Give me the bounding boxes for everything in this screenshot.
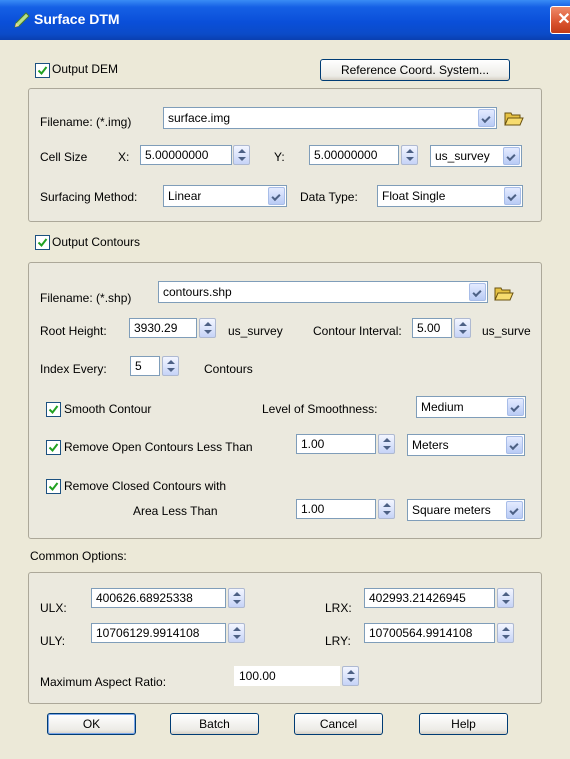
level-of-smoothness-label: Level of Smoothness: [262,402,378,416]
checkmark-icon [37,66,48,76]
lry-spinner[interactable] [497,623,514,643]
smooth-contour-label: Smooth Contour [64,402,152,416]
dropdown-arrow-icon[interactable] [268,187,285,205]
index-every-input[interactable]: 5 [130,356,160,376]
contours-filename-value: contours.shp [163,285,232,299]
dem-filename-combo[interactable]: surface.img [163,107,497,129]
cell-size-y-input[interactable]: 5.00000000 [309,145,399,165]
cell-size-unit-value: us_survey [435,149,490,163]
close-button[interactable]: ✕ [550,6,570,34]
surfacing-method-combo[interactable]: Linear [163,185,287,207]
remove-open-unit-combo[interactable]: Meters [407,434,525,456]
open-folder-icon[interactable] [494,284,514,302]
ulx-input[interactable]: 400626.68925338 [91,588,226,608]
remove-closed-unit-value: Square meters [412,503,491,517]
dem-filename-label: Filename: (*.img) [40,115,132,129]
title-bar: Surface DTM ✕ [0,0,570,40]
batch-button[interactable]: Batch [170,713,259,735]
remove-open-contours-label: Remove Open Contours Less Than [64,440,253,454]
max-aspect-ratio-spinner[interactable] [342,666,359,686]
output-dem-checkbox[interactable] [35,63,50,78]
smooth-contour-checkbox[interactable] [46,402,61,417]
checkmark-icon [48,482,59,492]
contours-filename-label: Filename: (*.shp) [40,291,132,305]
uly-label: ULY: [40,634,66,648]
cell-size-y-spinner[interactable] [401,145,418,165]
dropdown-arrow-icon[interactable] [503,147,520,165]
cancel-button[interactable]: Cancel [294,713,383,735]
output-contours-checkbox[interactable] [35,235,50,250]
root-height-unit: us_survey [228,324,283,338]
lry-input[interactable]: 10700564.9914108 [364,623,495,643]
reference-coord-system-button[interactable]: Reference Coord. System... [320,59,510,81]
lrx-spinner[interactable] [497,588,514,608]
dropdown-arrow-icon[interactable] [478,109,495,127]
root-height-input[interactable]: 3930.29 [129,318,197,338]
uly-input[interactable]: 10706129.9914108 [91,623,226,643]
contour-interval-label: Contour Interval: [313,324,402,338]
level-of-smoothness-combo[interactable]: Medium [416,396,526,418]
ok-button[interactable]: OK [47,713,136,735]
output-dem-label: Output DEM [52,62,119,76]
index-every-label: Index Every: [40,362,107,376]
dropdown-arrow-icon[interactable] [507,398,524,416]
y-label: Y: [274,150,285,164]
lrx-label: LRX: [325,601,352,615]
surface-dtm-dialog: Surface DTM ✕ Output DEM Reference Coord… [0,0,570,759]
dem-filename-value: surface.img [168,111,231,125]
ulx-label: ULX: [40,601,67,615]
contour-interval-unit: us_surve [482,324,531,338]
remove-open-value-input[interactable]: 1.00 [296,434,376,454]
checkmark-icon [48,405,59,415]
cell-size-x-spinner[interactable] [233,145,250,165]
area-less-than-label: Area Less Than [133,504,218,518]
remove-open-unit-value: Meters [412,438,449,452]
level-of-smoothness-value: Medium [421,400,464,414]
common-options-heading: Common Options: [30,549,127,563]
dropdown-arrow-icon[interactable] [506,436,523,454]
checkmark-icon [48,443,59,453]
lrx-input[interactable]: 402993.21426945 [364,588,495,608]
window-title: Surface DTM [34,11,120,27]
remove-open-spinner[interactable] [378,434,395,454]
index-every-spinner[interactable] [162,356,179,376]
checkmark-icon [37,238,48,248]
uly-spinner[interactable] [228,623,245,643]
cell-size-unit-combo[interactable]: us_survey [430,145,522,167]
data-type-combo[interactable]: Float Single [377,185,523,207]
ulx-spinner[interactable] [228,588,245,608]
contours-filename-combo[interactable]: contours.shp [158,281,488,303]
contour-interval-input[interactable]: 5.00 [412,318,452,338]
pencil-icon [14,12,30,28]
x-label: X: [118,150,130,164]
remove-closed-unit-combo[interactable]: Square meters [407,499,525,521]
dropdown-arrow-icon[interactable] [506,501,523,519]
max-aspect-ratio-label: Maximum Aspect Ratio: [40,675,167,689]
cell-size-x-input[interactable]: 5.00000000 [140,145,232,165]
root-height-label: Root Height: [40,324,107,338]
dropdown-arrow-icon[interactable] [469,283,486,301]
surfacing-method-label: Surfacing Method: [40,190,138,204]
lry-label: LRY: [325,634,351,648]
max-aspect-ratio-input[interactable]: 100.00 [234,666,340,686]
dropdown-arrow-icon[interactable] [504,187,521,205]
cell-size-label: Cell Size [40,150,88,164]
remove-closed-contours-checkbox[interactable] [46,479,61,494]
data-type-label: Data Type: [300,190,358,204]
remove-open-contours-checkbox[interactable] [46,440,61,455]
root-height-spinner[interactable] [199,318,216,338]
help-button[interactable]: Help [419,713,508,735]
surfacing-method-value: Linear [168,189,202,203]
open-folder-icon[interactable] [504,109,524,127]
contours-label: Contours [204,362,253,376]
remove-closed-value-input[interactable]: 1.00 [296,499,376,519]
data-type-value: Float Single [382,189,446,203]
remove-closed-spinner[interactable] [378,499,395,519]
remove-closed-contours-label: Remove Closed Contours with [64,479,227,493]
output-contours-label: Output Contours [52,235,141,249]
close-icon: ✕ [557,11,570,28]
contour-interval-spinner[interactable] [454,318,471,338]
